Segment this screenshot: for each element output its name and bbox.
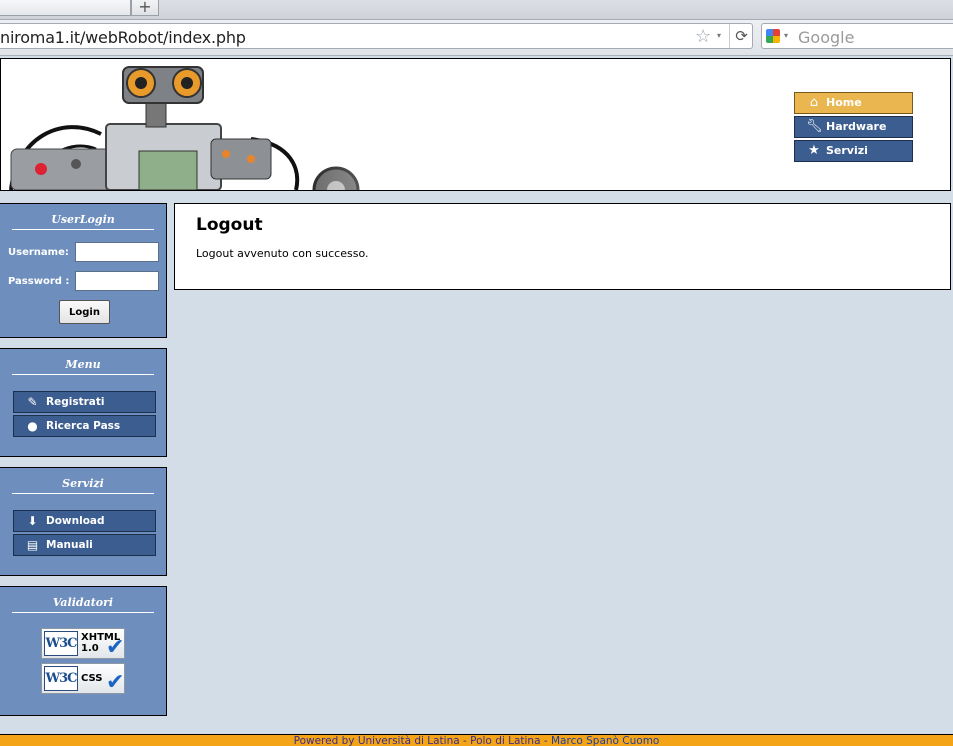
bookmark-star-icon[interactable]: ☆ [695,26,711,47]
robot-banner-image [9,59,561,190]
w3c-logo: W3C [44,666,78,691]
download-icon: ⬇ [27,514,38,528]
logout-message: Logout avvenuto con successo. [196,247,369,260]
google-icon[interactable] [766,29,780,43]
servizi-title: Servizi [12,477,154,494]
browser-tab-strip: + [0,0,953,20]
search-input[interactable]: Google [798,28,854,47]
book-icon: ▤ [26,538,39,552]
manuali-label: Manuali [46,539,93,551]
footer-text: Powered by Università di Latina - Polo d… [293,735,551,746]
registrati-label: Registrati [46,396,105,408]
validatori-title: Validatori [12,596,154,613]
nav-home-button[interactable]: ⌂ Home [794,92,913,114]
nav-hardware-button[interactable]: 🔧︎ Hardware [794,116,913,138]
site-header: ⌂ Home 🔧︎ Hardware ★ Servizi [0,58,951,191]
magnifier-icon: ● [27,419,38,433]
nav-hardware-label: Hardware [826,120,887,133]
download-link[interactable]: ⬇ Download [13,510,156,532]
checkmark-icon: ✔ [106,670,125,695]
pencil-icon: ✎ [27,395,38,409]
browser-tab[interactable] [0,0,131,16]
site-footer: Powered by Università di Latina - Polo d… [0,734,953,746]
browser-toolbar: niroma1.it/webRobot/index.php ☆ ▾ ⟳ ▾ Go… [0,20,953,56]
servizi-links: ⬇ Download ▤ Manuali [13,510,156,558]
top-navigation: ⌂ Home 🔧︎ Hardware ★ Servizi [794,92,914,164]
download-label: Download [46,515,105,527]
search-bar[interactable]: ▾ Google [761,23,953,49]
user-login-title: UserLogin [12,213,154,230]
content-panel: Logout Logout avvenuto con successo. [174,203,951,290]
password-label: Password : [8,276,70,287]
validatori-box: Validatori W3C XHTML 1.0 ✔ W3C CSS ✔ [0,586,167,716]
xhtml-validator-badge[interactable]: W3C XHTML 1.0 ✔ [41,628,125,659]
login-button[interactable]: Login [59,300,110,324]
menu-title: Menu [12,358,154,375]
servizi-box: Servizi ⬇ Download ▤ Manuali [0,467,167,576]
username-input[interactable] [75,242,159,262]
manuali-link[interactable]: ▤ Manuali [13,534,156,556]
wrench-icon: 🔧︎ [806,119,823,134]
address-bar[interactable]: niroma1.it/webRobot/index.php ☆ ▾ ⟳ [0,23,753,49]
star-icon: ★ [808,143,820,158]
page-title: Logout [196,215,263,235]
menu-links: ✎ Registrati ● Ricerca Pass [13,391,156,439]
username-label: Username: [8,247,69,258]
home-icon: ⌂ [809,95,819,110]
nav-servizi-button[interactable]: ★ Servizi [794,140,913,162]
reload-button[interactable]: ⟳ [729,24,753,48]
bookmark-dropdown-icon[interactable]: ▾ [717,31,721,40]
registrati-link[interactable]: ✎ Registrati [13,391,156,413]
ricerca-pass-label: Ricerca Pass [46,420,121,432]
address-bar-url[interactable]: niroma1.it/webRobot/index.php [0,28,246,47]
new-tab-button[interactable]: + [131,0,159,16]
menu-box: Menu ✎ Registrati ● Ricerca Pass [0,348,167,457]
nav-servizi-label: Servizi [826,144,868,157]
w3c-logo: W3C [44,631,78,656]
nav-home-label: Home [826,96,862,109]
footer-author-link[interactable]: Marco Spanò Cuomo [551,735,659,746]
search-engine-dropdown-icon[interactable]: ▾ [784,31,788,40]
checkmark-icon: ✔ [106,635,125,660]
css-validator-badge[interactable]: W3C CSS ✔ [41,663,125,694]
css-badge-text: CSS [81,673,103,684]
user-login-box: UserLogin Username: Password : Login [0,203,167,338]
ricerca-pass-link[interactable]: ● Ricerca Pass [13,415,156,437]
password-input[interactable] [75,271,159,291]
